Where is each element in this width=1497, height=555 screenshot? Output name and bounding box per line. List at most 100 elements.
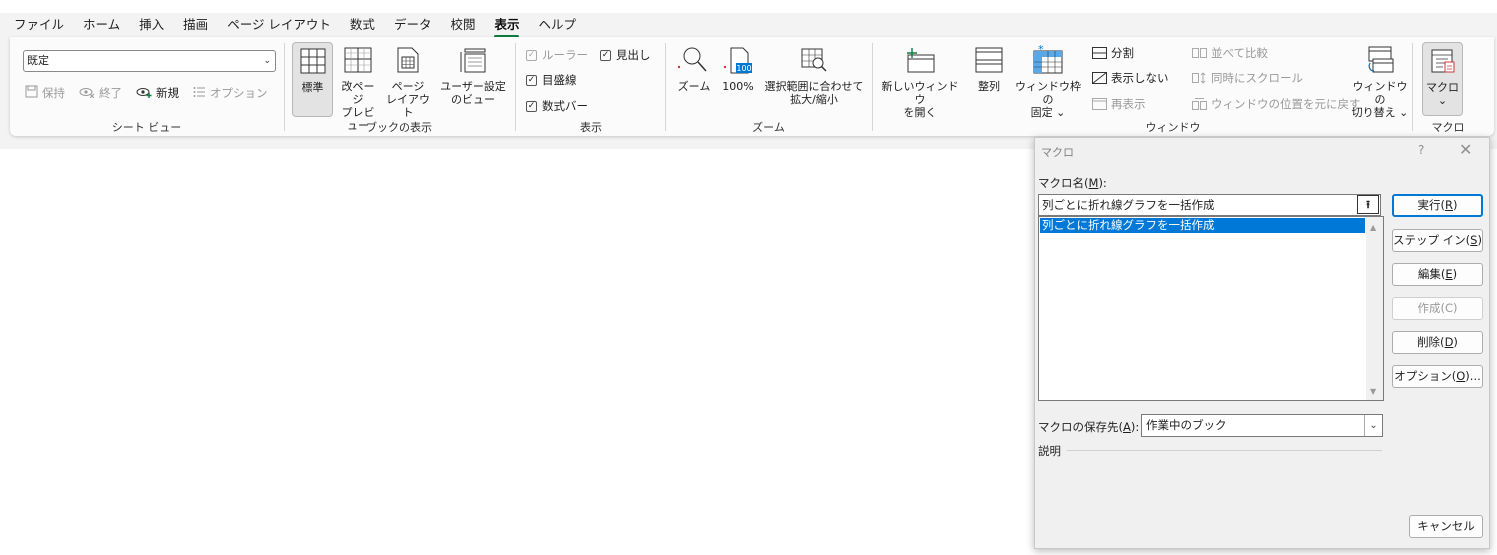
exit-button[interactable]: 終了 (79, 85, 122, 101)
options-button[interactable]: オプション(O)... (1392, 365, 1483, 388)
help-icon[interactable]: ? (1418, 143, 1424, 157)
tab-file[interactable]: ファイル (14, 15, 64, 35)
tab-draw[interactable]: 描画 (183, 15, 208, 35)
cancel-button[interactable]: キャンセル (1409, 515, 1483, 538)
zoom-100-icon: 100 (721, 42, 755, 78)
group-window: 新しいウィンドウ を開く 整列 * ウィンドウ枠の 固定 ⌄ 分割 表示しない … (873, 37, 1413, 136)
edit-button[interactable]: 編集(E) (1392, 263, 1483, 286)
new-window-line1: 新しいウィンドウ (881, 80, 959, 106)
arrange-all-button[interactable]: 整列 (972, 42, 1006, 93)
macro-name-hotkey: M (1088, 176, 1099, 190)
sheet-view-options-label: オプション (210, 86, 268, 100)
store-location-select[interactable]: 作業中のブック ⌄ (1141, 414, 1383, 437)
keep-label: 保持 (42, 86, 65, 100)
keep-button[interactable]: 保持 (25, 85, 65, 101)
create-button[interactable]: 作成(C) (1392, 297, 1483, 320)
synchronous-scrolling-button[interactable]: 同時にスクロール (1191, 70, 1303, 86)
chevron-down-icon: ⌄ (263, 56, 271, 66)
custom-views-line1: ユーザー設定 (440, 80, 506, 93)
normal-view-button[interactable]: 標準 (292, 42, 333, 117)
switch-line2-text: 切り替え (1351, 106, 1396, 119)
tab-home[interactable]: ホーム (83, 15, 120, 35)
ribbon: 既定 ⌄ 保持 終了 新規 オプション シート ビュー 標準 改ページ プレビュ… (10, 37, 1494, 136)
view-side-by-side-button[interactable]: 並べて比較 (1191, 45, 1268, 61)
macro-list[interactable]: 列ごとに折れ線グラフを一括作成 ▲ ▼ (1038, 216, 1384, 401)
run-hotkey: R (1445, 198, 1453, 212)
freeze-line2: 固定 ⌄ (1030, 106, 1066, 119)
new-window-button[interactable]: 新しいウィンドウ を開く (880, 42, 960, 119)
formula-bar-checkbox[interactable]: ✓ 数式バー (526, 98, 588, 114)
eye-add-icon (136, 86, 152, 101)
arrange-icon (972, 42, 1006, 78)
tab-formulas[interactable]: 数式 (350, 15, 375, 35)
store-location-value: 作業中のブック (1146, 418, 1227, 432)
sync-scroll-label: 同時にスクロール (1211, 71, 1303, 85)
sheet-view-options-button[interactable]: オプション (193, 85, 268, 101)
macro-name-input[interactable]: 列ごとに折れ線グラフを一括作成 (1038, 194, 1381, 216)
tab-help[interactable]: ヘルプ (538, 15, 576, 35)
gridlines-label: 目盛線 (542, 73, 577, 87)
switch-line1: ウィンドウの (1352, 80, 1408, 106)
new-window-icon (903, 42, 937, 78)
zoom-100-button[interactable]: 100 100% (720, 42, 756, 93)
split-label: 分割 (1111, 46, 1134, 60)
zoom-button[interactable]: ズーム (674, 42, 714, 93)
sheet-view-select-value: 既定 (27, 54, 49, 67)
headings-checkbox[interactable]: ✓ 見出し (600, 47, 651, 63)
list-item[interactable]: 列ごとに折れ線グラフを一括作成 (1039, 217, 1366, 234)
unhide-label: 再表示 (1111, 97, 1146, 111)
new-view-button[interactable]: 新規 (136, 85, 179, 101)
grid-icon (296, 43, 330, 79)
group-label-show: 表示 (580, 121, 602, 134)
zoom-selection-icon (797, 42, 831, 78)
unhide-window-button[interactable]: 再表示 (1091, 96, 1146, 112)
reset-window-position-button[interactable]: ウィンドウの位置を元に戻す (1191, 96, 1361, 112)
save-icon (25, 85, 38, 101)
edit-label: 編集( (1417, 267, 1446, 281)
custom-views-icon (456, 42, 490, 78)
tab-data[interactable]: データ (394, 15, 432, 35)
tab-insert[interactable]: 挿入 (139, 15, 164, 35)
exit-label: 終了 (99, 86, 122, 100)
new-view-label: 新規 (156, 86, 179, 100)
ruler-checkbox[interactable]: ✓ ルーラー (526, 47, 588, 63)
menu-bar: ファイル ホーム 挿入 描画 ページ レイアウト 数式 データ 校閲 表示 ヘル… (0, 13, 1497, 38)
normal-view-label: 標準 (301, 81, 324, 94)
description-divider (1067, 450, 1382, 451)
tab-page-layout[interactable]: ページ レイアウト (227, 15, 331, 35)
macro-name-label-end: ): (1098, 176, 1107, 190)
group-label-window: ウィンドウ (1145, 121, 1201, 134)
magnifier-icon (677, 42, 711, 78)
group-workbook-views: 標準 改ページ プレビュー ページ レイアウト ユーザー設定 のビュー ブックの… (285, 37, 513, 136)
page-layout-view-button[interactable]: ページ レイアウト (386, 42, 430, 119)
hide-window-button[interactable]: 表示しない (1091, 70, 1169, 86)
options-hotkey: O (1456, 369, 1466, 383)
svg-text:*: * (1038, 45, 1044, 56)
group-label-sheet-view: シート ビュー (111, 121, 182, 134)
macros-button[interactable]: マクロ ⌄ (1422, 42, 1463, 116)
delete-button[interactable]: 削除(D) (1392, 331, 1483, 354)
formula-bar-label: 数式バー (542, 99, 588, 113)
split-button[interactable]: 分割 (1091, 45, 1134, 61)
checkbox-checked-icon: ✓ (600, 49, 611, 61)
options-label: オプション( (1394, 369, 1457, 383)
scroll-down-icon[interactable]: ▼ (1370, 387, 1376, 396)
sync-scroll-icon (1191, 71, 1207, 85)
switch-windows-button[interactable]: ウィンドウの 切り替え ⌄ (1351, 42, 1409, 119)
switch-windows-icon (1363, 42, 1397, 78)
close-icon[interactable]: ✕ (1459, 140, 1472, 159)
freeze-panes-button[interactable]: * ウィンドウ枠の 固定 ⌄ (1013, 42, 1083, 119)
run-button[interactable]: 実行(R) (1392, 194, 1483, 217)
step-into-button[interactable]: ステップ イン(S) (1392, 229, 1483, 252)
reset-position-icon (1191, 97, 1207, 111)
tab-view[interactable]: 表示 (494, 15, 520, 38)
gridlines-checkbox[interactable]: ✓ 目盛線 (526, 72, 577, 88)
zoom-to-selection-button[interactable]: 選択範囲に合わせて 拡大/縮小 (763, 42, 865, 106)
sheet-view-select[interactable]: 既定 ⌄ (23, 50, 276, 72)
scroll-up-icon[interactable]: ▲ (1370, 223, 1376, 232)
scrollbar[interactable]: ▲ ▼ (1366, 217, 1383, 400)
tab-review[interactable]: 校閲 (450, 15, 475, 35)
store-label-text: マクロの保存先( (1038, 420, 1123, 434)
collapse-up-icon[interactable]: ⭱ (1357, 195, 1379, 214)
custom-views-button[interactable]: ユーザー設定 のビュー (438, 42, 508, 106)
